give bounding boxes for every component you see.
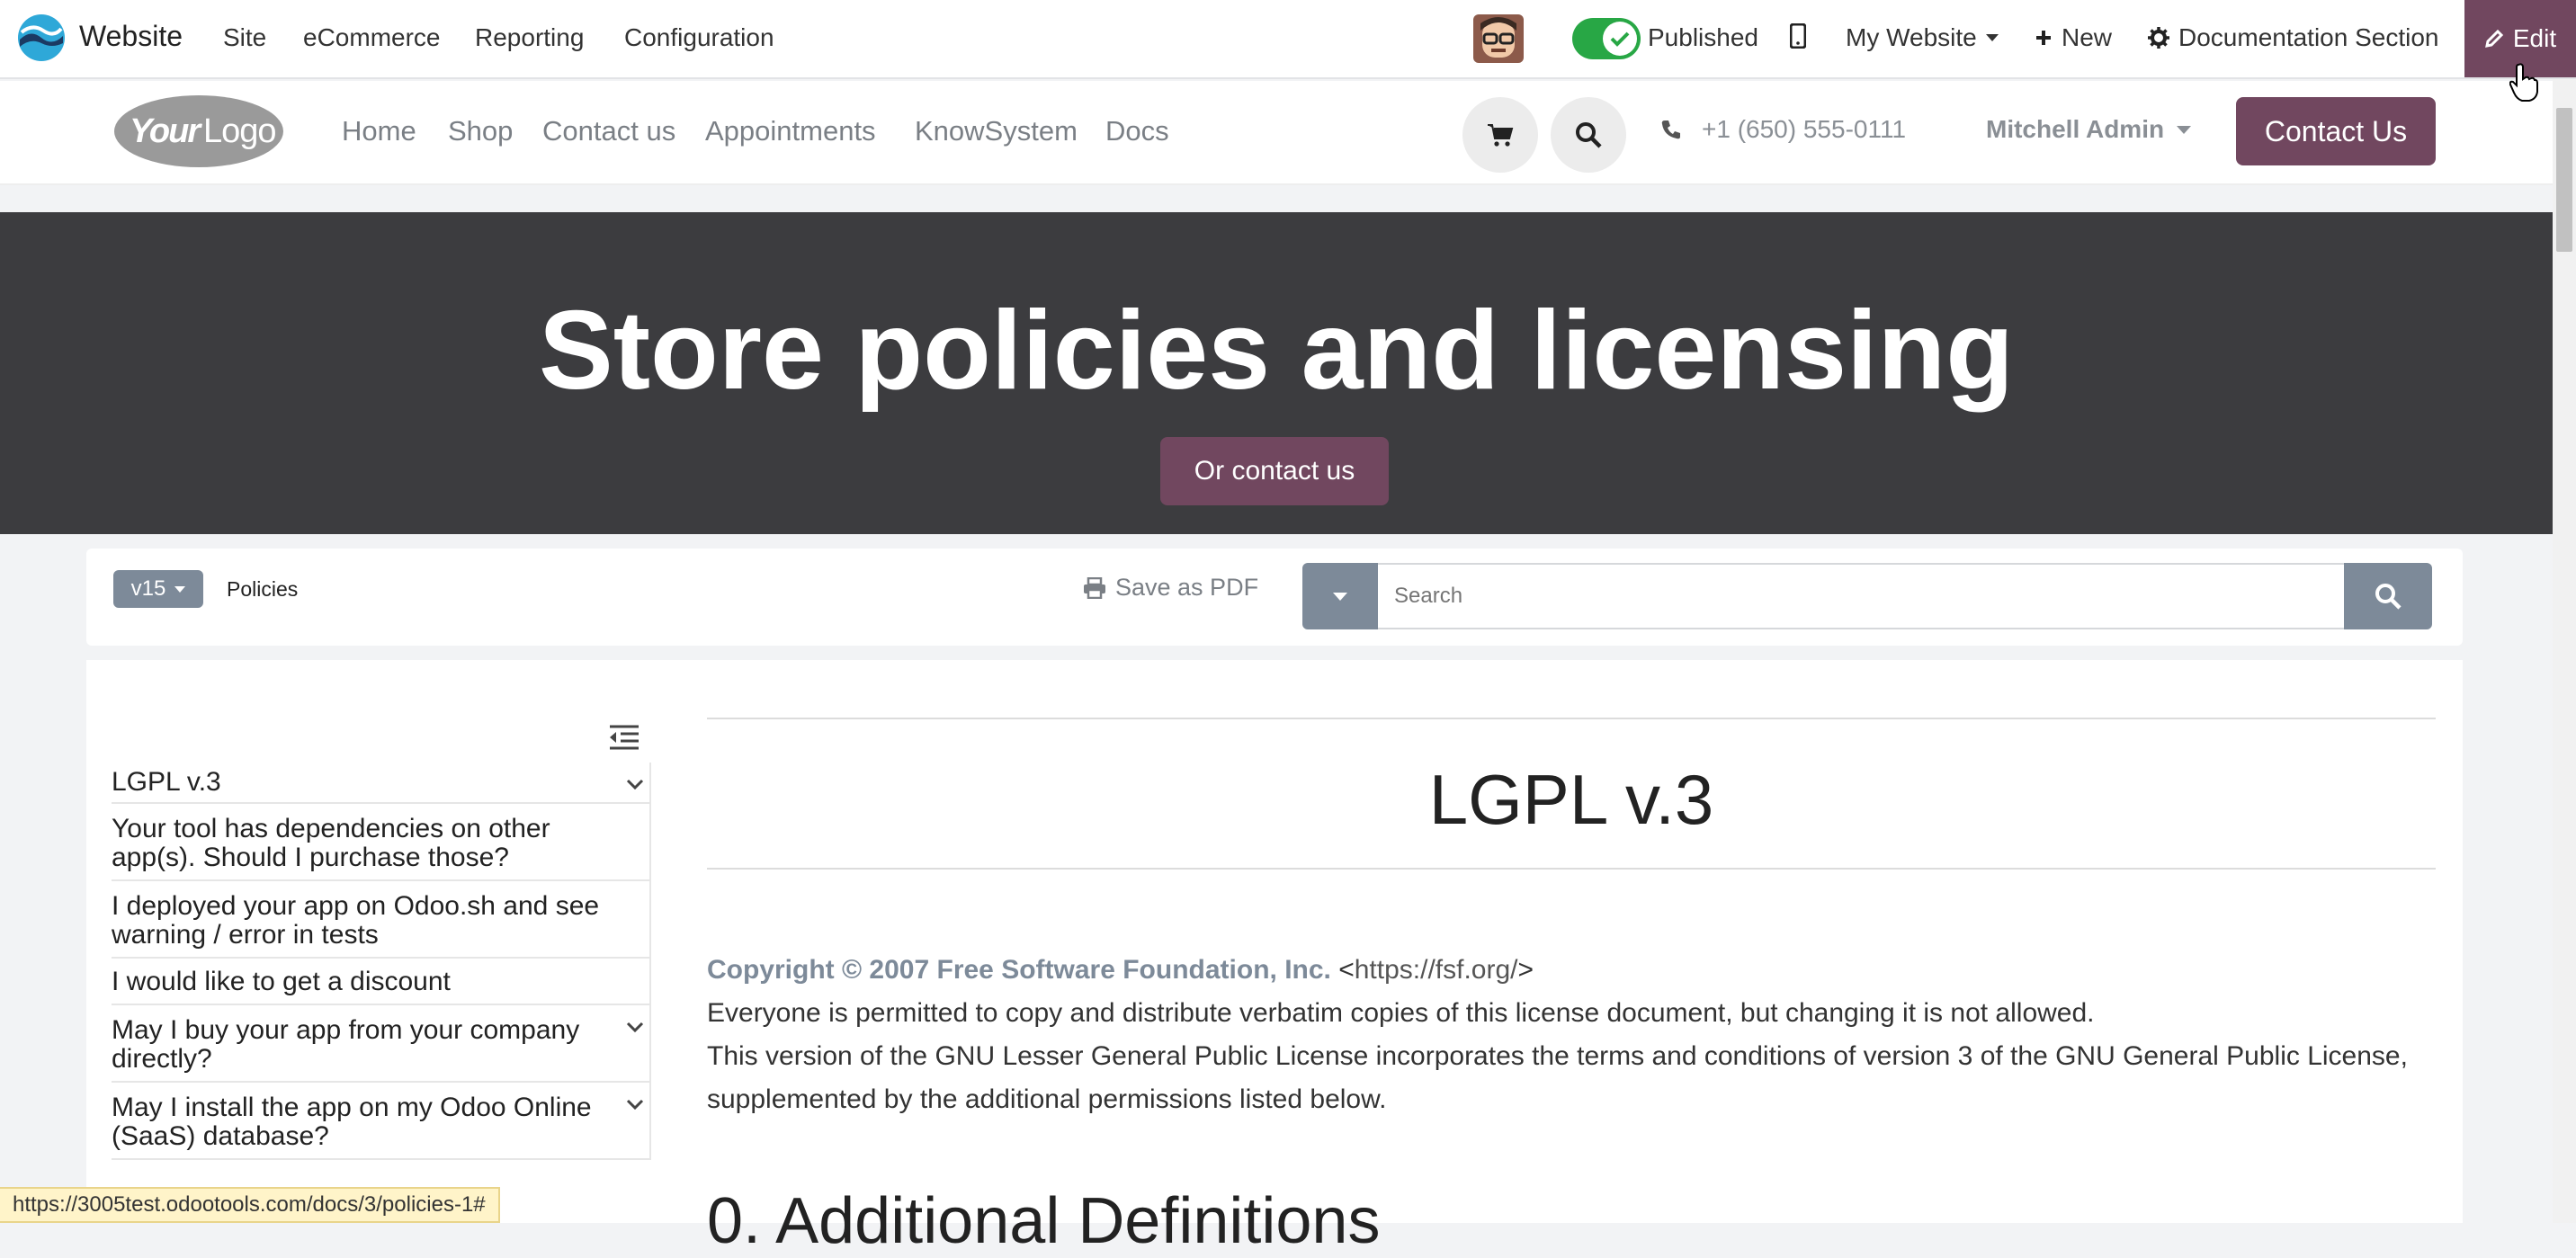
caret-down-icon	[1985, 34, 1999, 41]
printer-icon	[1084, 576, 1105, 599]
menu-reporting[interactable]: Reporting	[475, 23, 584, 52]
fsf-link[interactable]: https://fsf.org/	[1355, 955, 1518, 985]
search-scope-dropdown[interactable]	[1302, 563, 1378, 629]
published-label: Published	[1648, 23, 1758, 51]
app-name[interactable]: Website	[79, 20, 183, 53]
toc-item-label: I would like to get a discount	[112, 967, 451, 996]
menu-site[interactable]: Site	[223, 23, 266, 52]
nav-appointments[interactable]: Appointments	[705, 115, 876, 147]
mobile-icon	[1790, 23, 1806, 49]
docs-search-button[interactable]	[2344, 563, 2432, 629]
website-switcher[interactable]: My Website	[1846, 23, 1999, 52]
chevron-down-icon[interactable]	[626, 779, 644, 790]
phone-contact[interactable]: +1 (650) 555-0111	[1660, 115, 1906, 144]
section-heading: 0. Additional Definitions	[707, 1185, 1381, 1257]
new-label: New	[2062, 23, 2113, 51]
search-icon	[1576, 122, 1602, 148]
nav-docs[interactable]: Docs	[1105, 115, 1169, 147]
caret-down-icon	[1333, 592, 1347, 601]
nav-contact-us[interactable]: Contact us	[542, 115, 675, 147]
scrollbar-thumb[interactable]	[2556, 108, 2572, 252]
site-search-button[interactable]	[1551, 97, 1626, 173]
link-status-bar: https://3005test.odootools.com/docs/3/po…	[0, 1187, 500, 1223]
documentation-section-label: Documentation Section	[2178, 23, 2439, 51]
documentation-section-button[interactable]: Documentation Section	[2148, 23, 2439, 52]
nav-knowsystem[interactable]: KnowSystem	[915, 115, 1078, 147]
docs-search-group	[1302, 563, 2432, 629]
toc-item-label: May I install the app on my Odoo Online …	[112, 1093, 592, 1151]
pencil-icon	[2484, 29, 2503, 48]
table-of-contents: LGPL v.3 Your tool has dependencies on o…	[112, 763, 651, 1160]
menu-ecommerce[interactable]: eCommerce	[303, 23, 440, 52]
toc-item-buy-directly[interactable]: May I buy your app from your company dir…	[112, 1005, 649, 1083]
divider	[707, 868, 2436, 870]
toc-collapse-icon[interactable]	[606, 723, 642, 752]
docs-toolbar: v15 Policies Save as PDF	[86, 549, 2463, 646]
phone-number: +1 (650) 555-0111	[1702, 115, 1907, 143]
hero-title: Store policies and licensing	[539, 289, 2014, 413]
chevron-down-icon[interactable]	[626, 1022, 644, 1032]
site-header: Your Logo Home Shop Contact us Appointme…	[0, 81, 2553, 185]
phone-icon	[1661, 120, 1680, 139]
or-contact-us-button[interactable]: Or contact us	[1160, 437, 1389, 505]
chevron-down-icon[interactable]	[626, 1099, 644, 1110]
toc-item-label: Your tool has dependencies on other app(…	[112, 814, 550, 872]
paragraph: Everyone is permitted to copy and distri…	[707, 998, 2095, 1028]
paragraph: This version of the GNU Lesser General P…	[707, 1041, 2408, 1114]
breadcrumb[interactable]: Policies	[227, 577, 298, 602]
save-as-pdf-link[interactable]: Save as PDF	[1083, 574, 1258, 602]
user-name: Mitchell Admin	[1986, 115, 2165, 143]
contact-us-button[interactable]: Contact Us	[2236, 97, 2436, 165]
docs-content: LGPL v.3 Your tool has dependencies on o…	[86, 660, 2463, 1257]
article: LGPL v.3 Copyright © 2007 Free Software …	[707, 718, 2436, 1258]
cart-icon	[1488, 124, 1514, 147]
mobile-preview-button[interactable]	[1790, 23, 1806, 49]
article-title: LGPL v.3	[1428, 760, 1714, 839]
plus-icon	[2036, 31, 2051, 45]
nav-shop[interactable]: Shop	[448, 115, 513, 147]
toggle-knob	[1603, 22, 1637, 56]
toc-item-lgpl[interactable]: LGPL v.3	[112, 763, 649, 804]
cart-button[interactable]	[1462, 97, 1538, 173]
search-icon	[2375, 584, 2402, 610]
avatar[interactable]	[1473, 14, 1524, 63]
new-button[interactable]: New	[2035, 23, 2112, 52]
toc-item-label: May I buy your app from your company dir…	[112, 1015, 580, 1074]
copyright-text: Copyright © 2007 Free Software Foundatio…	[707, 955, 1331, 985]
top-bar: Website Site eCommerce Reporting Configu…	[0, 0, 2576, 79]
svg-text:Your: Your	[130, 112, 202, 150]
save-as-pdf-label: Save as PDF	[1115, 574, 1259, 601]
your-logo-image: Your Logo	[114, 95, 283, 167]
toc-item-label: I deployed your app on Odoo.sh and see w…	[112, 891, 600, 950]
hand-cursor-icon	[2509, 63, 2538, 102]
check-icon	[1610, 31, 1630, 47]
copyright-line: Copyright © 2007 Free Software Foundatio…	[707, 955, 1534, 985]
website-switcher-label: My Website	[1846, 23, 1977, 51]
toc-item-saas[interactable]: May I install the app on my Odoo Online …	[112, 1083, 649, 1160]
toc-item-dependencies[interactable]: Your tool has dependencies on other app(…	[112, 804, 649, 881]
published-toggle[interactable]	[1572, 18, 1641, 59]
svg-text:Logo: Logo	[203, 112, 276, 150]
user-menu[interactable]: Mitchell Admin	[1986, 115, 2192, 144]
caret-down-icon	[174, 585, 186, 593]
nav-home[interactable]: Home	[342, 115, 416, 147]
docs-search-input[interactable]	[1378, 563, 2344, 629]
edit-label: Edit	[2512, 24, 2557, 52]
article-body: Copyright © 2007 Free Software Foundatio…	[707, 949, 2436, 1121]
menu-configuration[interactable]: Configuration	[624, 23, 774, 52]
hero-banner: Store policies and licensing Or contact …	[0, 212, 2553, 534]
website-app-icon[interactable]	[16, 13, 67, 63]
version-dropdown[interactable]: v15	[113, 570, 203, 608]
toc-item-discount[interactable]: I would like to get a discount	[112, 959, 649, 1005]
toc-item-label: LGPL v.3	[112, 767, 221, 797]
site-logo[interactable]: Your Logo	[113, 94, 284, 169]
toc-item-odoo-sh[interactable]: I deployed your app on Odoo.sh and see w…	[112, 881, 649, 959]
caret-down-icon	[2177, 125, 2192, 134]
version-label: v15	[130, 576, 166, 601]
gear-icon	[2148, 27, 2169, 49]
